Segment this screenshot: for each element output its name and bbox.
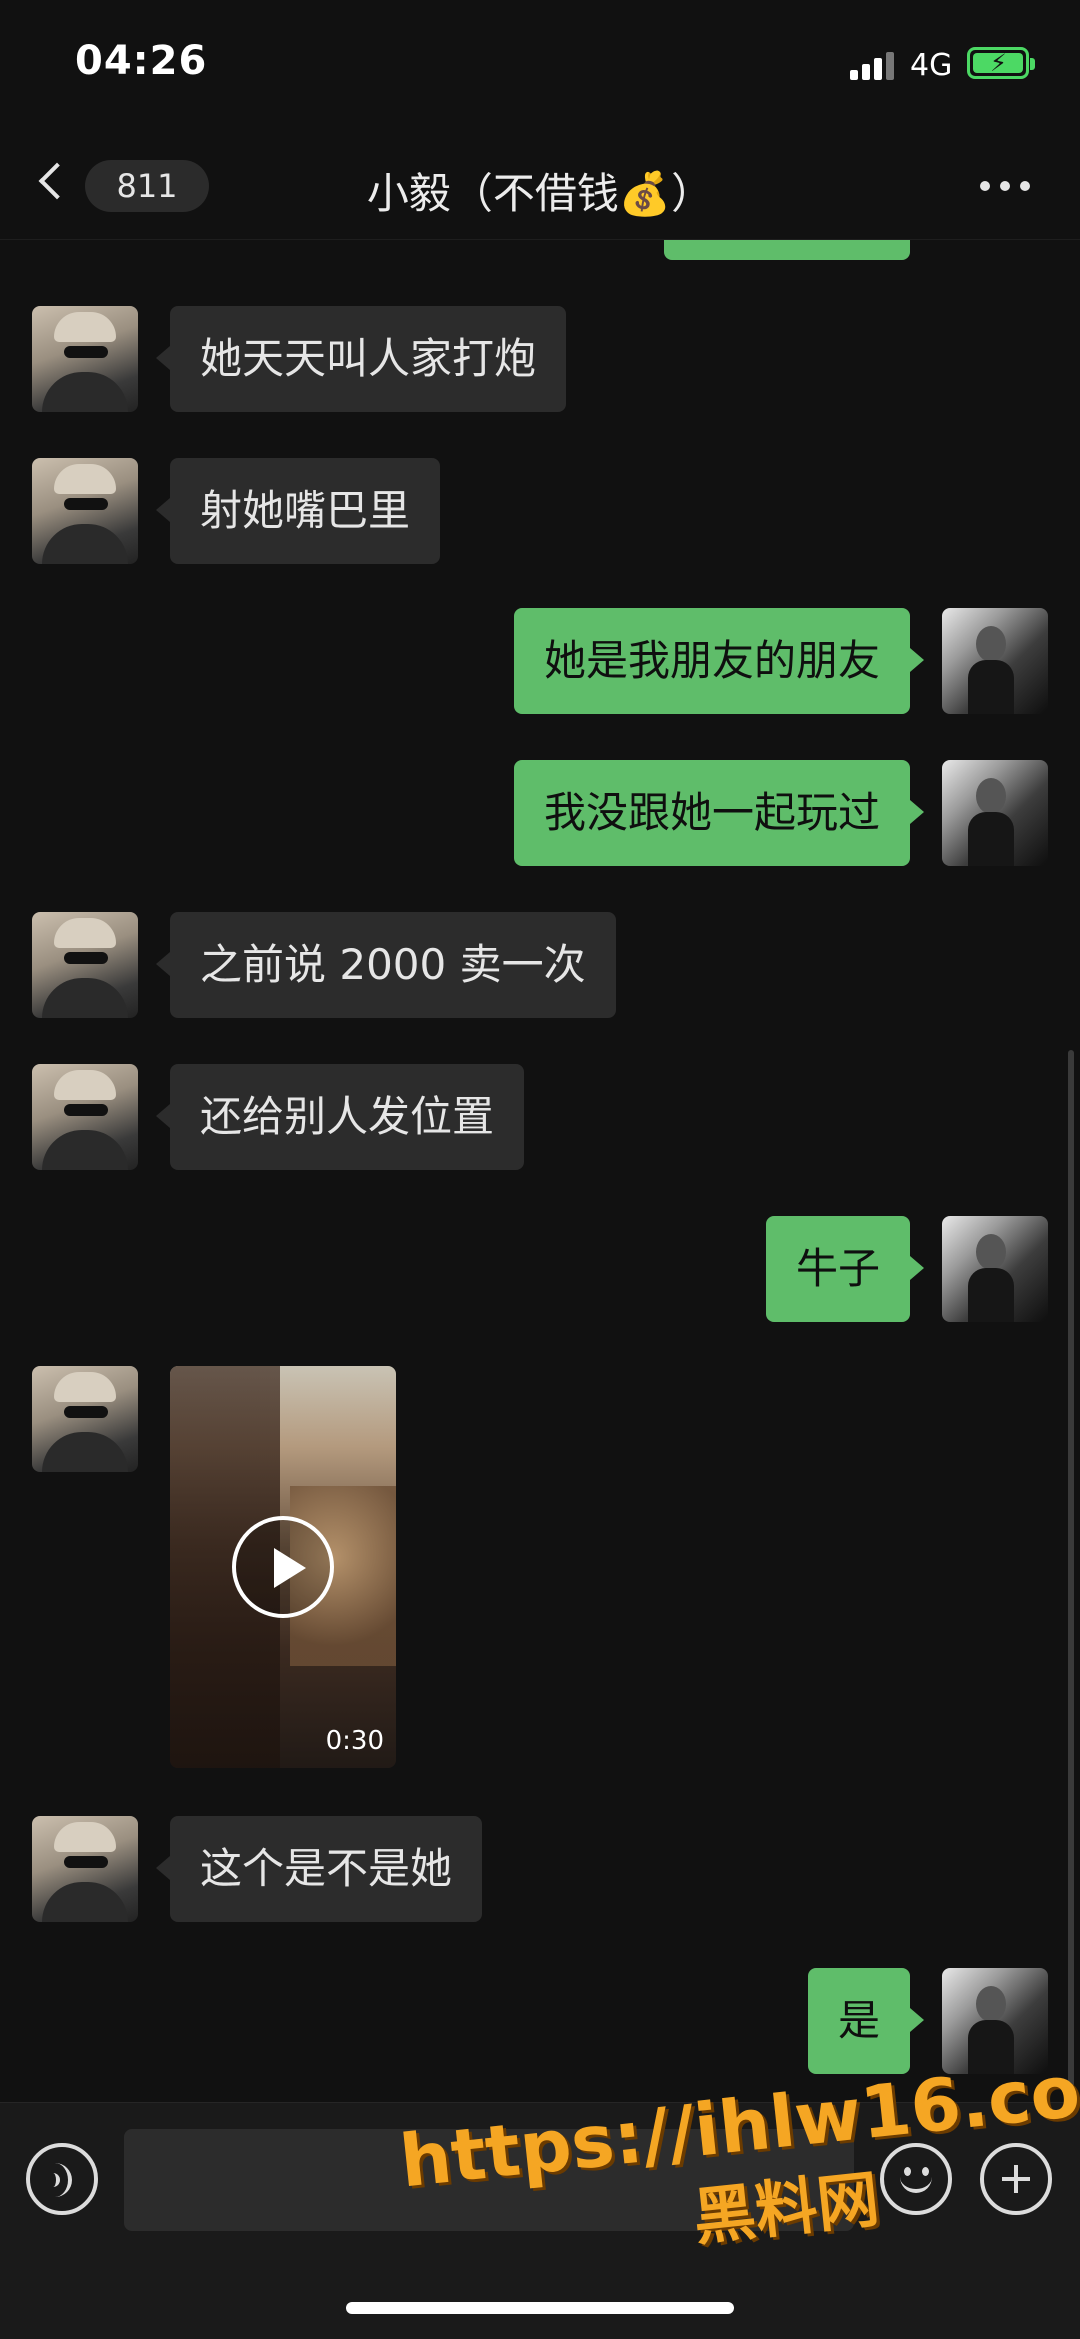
message-bubble-incoming[interactable]: 这个是不是她: [155, 1816, 483, 1922]
my-avatar[interactable]: [942, 608, 1048, 714]
contact-avatar[interactable]: [32, 1366, 138, 1472]
scrollbar[interactable]: [1068, 1050, 1074, 2102]
contact-avatar[interactable]: [32, 1064, 138, 1170]
contact-avatar[interactable]: [32, 306, 138, 412]
home-indicator[interactable]: [346, 2302, 734, 2314]
contact-avatar[interactable]: [32, 912, 138, 1018]
more-options-button[interactable]: [980, 178, 1030, 194]
partial-outgoing-bubble: [664, 240, 910, 260]
contact-avatar[interactable]: [32, 1816, 138, 1922]
chat-title: 小毅（不借钱💰）: [366, 169, 714, 218]
back-button[interactable]: 811: [30, 152, 209, 218]
my-avatar[interactable]: [942, 760, 1048, 866]
message-bubble-outgoing[interactable]: 牛子: [765, 1216, 925, 1322]
chevron-left-icon: [38, 162, 76, 200]
network-type: 4G: [910, 48, 953, 83]
voice-icon[interactable]: [26, 2143, 98, 2215]
battery-icon: ⚡: [967, 47, 1035, 79]
message-bubble-incoming[interactable]: 还给别人发位置: [155, 1064, 525, 1170]
chat-header: 811 小毅（不借钱💰）: [0, 130, 1080, 240]
status-bar: 04:26 4G ⚡: [0, 0, 1080, 130]
play-icon[interactable]: [232, 1516, 334, 1618]
message-bubble-incoming[interactable]: 她天天叫人家打炮: [155, 306, 567, 412]
contact-avatar[interactable]: [32, 458, 138, 564]
message-bubble-outgoing[interactable]: 是: [807, 1968, 925, 2074]
my-avatar[interactable]: [942, 1216, 1048, 1322]
message-bubble-incoming[interactable]: 之前说 2000 卖一次: [156, 912, 616, 1018]
chat-message-list[interactable]: 她天天叫人家打炮 射她嘴巴里 她是我朋友的朋友 我没跟她一起玩过 之前说 200…: [0, 240, 1080, 2102]
video-duration: 0:30: [325, 1726, 384, 1756]
status-time: 04:26: [75, 38, 208, 84]
message-bubble-outgoing[interactable]: 她是我朋友的朋友: [513, 608, 925, 714]
message-bubble-incoming[interactable]: 射她嘴巴里: [155, 458, 441, 564]
signal-icon: [850, 52, 894, 80]
message-bubble-outgoing[interactable]: 我没跟她一起玩过: [513, 760, 925, 866]
video-message[interactable]: 0:30: [170, 1366, 396, 1768]
unread-count-badge: 811: [85, 160, 209, 212]
more-dots-icon: [980, 181, 990, 191]
